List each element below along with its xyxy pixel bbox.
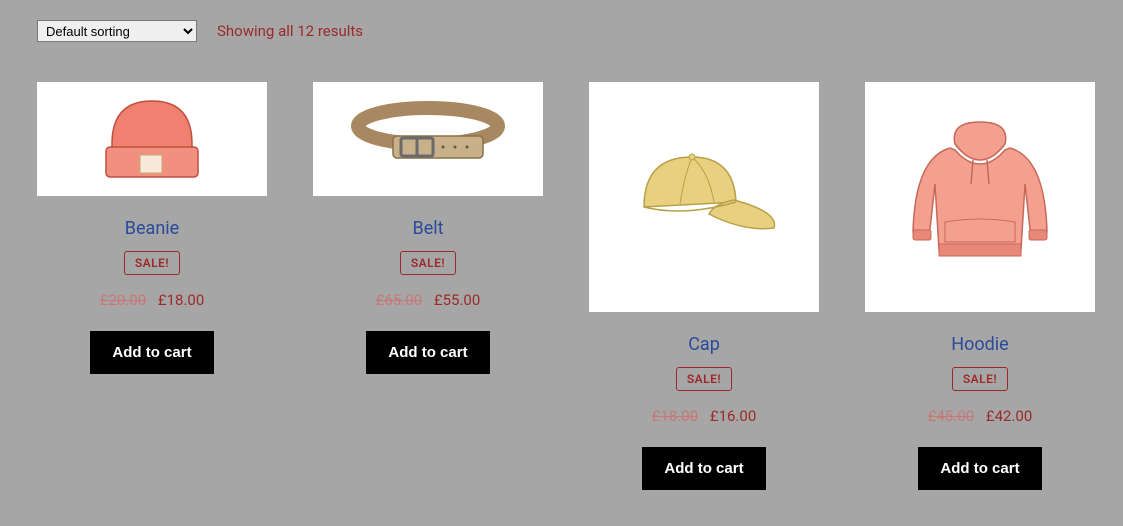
product-price: £18.00 £16.00 — [652, 407, 757, 425]
new-price: £18.00 — [158, 291, 204, 309]
product-grid: Beanie SALE! £20.00 £18.00 Add to cart B… — [37, 82, 1086, 490]
product-image-link[interactable] — [865, 82, 1095, 312]
add-to-cart-button[interactable]: Add to cart — [366, 331, 489, 374]
product-title[interactable]: Hoodie — [951, 334, 1008, 355]
product-image-link[interactable] — [589, 82, 819, 312]
product-card-belt: Belt SALE! £65.00 £55.00 Add to cart — [313, 82, 543, 374]
product-title[interactable]: Belt — [412, 218, 443, 239]
product-price: £65.00 £55.00 — [376, 291, 481, 309]
old-price: £20.00 — [100, 291, 146, 309]
product-card-cap: Cap SALE! £18.00 £16.00 Add to cart — [589, 82, 819, 490]
beanie-image — [92, 89, 212, 189]
add-to-cart-button[interactable]: Add to cart — [90, 331, 213, 374]
product-title[interactable]: Cap — [688, 334, 720, 355]
new-price: £55.00 — [434, 291, 480, 309]
product-image-link[interactable] — [37, 82, 267, 196]
belt-image — [343, 94, 513, 184]
new-price: £16.00 — [710, 407, 756, 425]
product-price: £20.00 £18.00 — [100, 291, 205, 309]
cap-image — [614, 132, 794, 262]
old-price: £45.00 — [928, 407, 974, 425]
hoodie-image — [895, 112, 1065, 282]
old-price: £65.00 — [376, 291, 422, 309]
add-to-cart-button[interactable]: Add to cart — [918, 447, 1041, 490]
old-price: £18.00 — [652, 407, 698, 425]
product-card-hoodie: Hoodie SALE! £45.00 £42.00 Add to cart — [865, 82, 1095, 490]
product-price: £45.00 £42.00 — [928, 407, 1033, 425]
product-title[interactable]: Beanie — [125, 218, 179, 239]
product-card-beanie: Beanie SALE! £20.00 £18.00 Add to cart — [37, 82, 267, 374]
sale-badge: SALE! — [952, 367, 1008, 391]
shop-toolbar: Default sorting Showing all 12 results — [37, 20, 1086, 42]
new-price: £42.00 — [986, 407, 1032, 425]
sale-badge: SALE! — [124, 251, 180, 275]
sort-select[interactable]: Default sorting — [37, 20, 197, 42]
sale-badge: SALE! — [676, 367, 732, 391]
add-to-cart-button[interactable]: Add to cart — [642, 447, 765, 490]
sale-badge: SALE! — [400, 251, 456, 275]
product-image-link[interactable] — [313, 82, 543, 196]
results-count: Showing all 12 results — [217, 22, 363, 40]
